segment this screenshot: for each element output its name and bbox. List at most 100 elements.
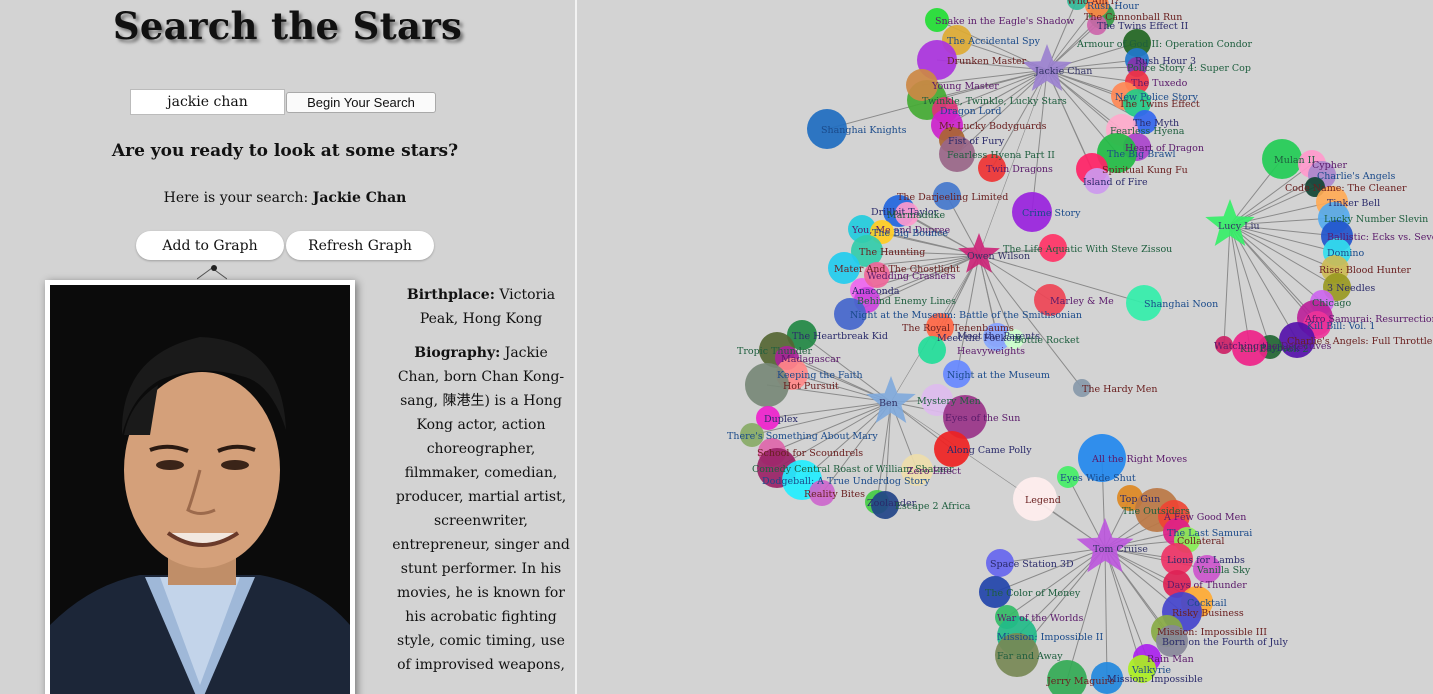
graph-link [1104, 547, 1108, 679]
movie-label: Tinker Bell [1327, 198, 1380, 209]
movie-label: Shanghai Noon [1144, 299, 1218, 310]
movie-label: War of the Worlds [997, 613, 1083, 624]
actor-info: Birthplace: Victoria Peak, Hong Kong Bio… [392, 283, 570, 687]
movie-label: Vanilla Sky [1196, 565, 1251, 576]
movie-label: Young Master [931, 81, 999, 92]
movie-label: Dragon Lord [940, 106, 1001, 117]
graph-link [884, 401, 892, 506]
movie-label: Mystery Men [917, 396, 981, 407]
movie-label: Duplex [764, 414, 798, 425]
movie-label: Risky Business [1172, 608, 1244, 619]
movie-label: Space Station 3D [990, 559, 1074, 570]
add-to-graph-button[interactable]: Add to Graph [136, 231, 284, 260]
pointer-dot [211, 265, 217, 271]
birthplace-section: Birthplace: Victoria Peak, Hong Kong [392, 283, 570, 331]
actor-portrait-icon [50, 285, 350, 694]
graph-labels: Shanghai KnightsThe Cannonball RunThe Tw… [727, 0, 1433, 687]
movie-label: Hot Pursuit [783, 381, 839, 392]
movie-label: Legend [1025, 495, 1061, 506]
movie-label: There's Something About Mary [727, 431, 878, 442]
movie-label: The Hardy Men [1082, 384, 1158, 395]
movie-label: Night at the Museum [947, 370, 1050, 381]
birthplace-label: Birthplace: [406, 287, 495, 303]
movie-label: Shanghai Knights [821, 125, 907, 136]
page-title: Search the Stars [112, 4, 463, 48]
actor-photo [45, 280, 355, 694]
star-label: Tom Cruise [1093, 544, 1148, 555]
movie-label: Mulan II [1274, 155, 1315, 166]
graph-canvas[interactable]: Shanghai KnightsThe Cannonball RunThe Tw… [577, 0, 1433, 694]
movie-label: Wedding Crashers [867, 271, 956, 282]
movie-label: Madagascar [781, 354, 841, 365]
movie-label: All the Right Moves [1091, 454, 1187, 465]
movie-label: My Lucky Bodyguards [939, 121, 1047, 132]
movie-label: Spiritual Kung Fu [1102, 165, 1188, 176]
movie-label: Escape 2 Africa [895, 501, 971, 512]
movie-label: Lucky Number Slevin [1324, 214, 1428, 225]
refresh-graph-button[interactable]: Refresh Graph [286, 231, 434, 260]
begin-search-button[interactable]: Begin Your Search [286, 92, 436, 113]
search-summary-name: Jackie Chan [312, 190, 407, 206]
movie-label: The Twins Effect [1119, 99, 1200, 110]
movie-label: Watching the Detectives [1214, 341, 1332, 352]
star-label: Jackie Chan [1034, 66, 1092, 77]
star-label: Ben [879, 398, 898, 409]
movie-label: Marley & Me [1050, 296, 1114, 307]
movie-label: Fist of Fury [948, 136, 1005, 147]
movie-label: Days of Thunder [1167, 580, 1247, 591]
movie-label: Snake in the Eagle's Shadow [935, 16, 1075, 27]
movie-label: The Tuxedo [1131, 78, 1188, 89]
movie-label: A Few Good Men [1163, 512, 1246, 523]
movie-label: Rain Man [1147, 654, 1194, 665]
search-summary-prefix: Here is your search: [163, 190, 309, 206]
movie-label: Domino [1327, 248, 1365, 259]
movie-label: Jerry Maguire [1046, 676, 1115, 687]
movie-label: Chicago [1312, 298, 1351, 309]
search-summary: Here is your search: Jackie Chan [0, 190, 570, 206]
movie-label: Fearless Hyena [1110, 126, 1185, 137]
biography-label: Biography: [414, 345, 501, 361]
movie-label: Charlie's Angels [1317, 171, 1396, 182]
star-label: Lucy Liu [1218, 221, 1260, 232]
movie-label: The Color of Money [985, 588, 1081, 599]
movie-label: Top Gun [1120, 494, 1160, 505]
movie-label: Cypher [1312, 160, 1347, 171]
movie-label: Keeping the Faith [777, 370, 863, 381]
movie-label: The Accidental Spy [947, 36, 1041, 47]
search-panel: Search the Stars Begin Your Search Are y… [0, 0, 575, 694]
movie-label: Eyes of the Sun [945, 413, 1020, 424]
movie-label: The Twins Effect II [1097, 21, 1188, 32]
movie-label: The Haunting [859, 247, 925, 258]
movie-label: Crime Story [1022, 208, 1081, 219]
movie-label: Fearless Hyena Part II [947, 150, 1055, 161]
movie-label: The Big Brawl [1107, 149, 1176, 160]
movie-label: Dodgeball: A True Underdog Story [762, 476, 931, 487]
movie-label: Ballistic: Ecks vs. Sever [1327, 232, 1433, 243]
movie-label: Twin Dragons [986, 164, 1053, 175]
movie-label: Bottle Rocket [1014, 335, 1080, 346]
movie-label: The Darjeeling Limited [897, 192, 1008, 203]
graph-link [1223, 224, 1231, 346]
movie-label: Born on the Fourth of July [1162, 637, 1288, 648]
movie-label: The Heartbreak Kid [792, 331, 888, 342]
star-graph[interactable]: Shanghai Knights The Cannonball Run The Tw… [577, 0, 1433, 694]
movie-label: Heavyweights [957, 346, 1025, 357]
movie-label: The Big Bounce [872, 228, 948, 239]
movie-label: 3 Needles [1327, 283, 1375, 294]
movie-label: Mission: Impossible [1107, 674, 1203, 685]
graph-link [1031, 69, 1048, 213]
movie-label: Collateral [1177, 536, 1224, 547]
movie-label: Eyes Wide Shut [1060, 473, 1136, 484]
star-label: Owen Wilson [967, 251, 1030, 262]
graph-link [1229, 224, 1271, 348]
movie-label: School for Scoundrels [757, 448, 863, 459]
search-input[interactable] [130, 89, 285, 115]
movie-label: Night at the Museum: Battle of the Smith… [850, 310, 1082, 321]
movie-label: Rise: Blood Hunter [1319, 265, 1411, 276]
movie-label: Meet the Fockers [937, 333, 1021, 344]
movie-label: Armour of God II: Operation Condor [1076, 39, 1253, 50]
movie-label: Who Am I? [1067, 0, 1119, 7]
movie-label: Far and Away [997, 651, 1063, 662]
movie-label: Island of Fire [1083, 177, 1148, 188]
prompt-heading: Are you ready to look at some stars? [111, 141, 459, 161]
